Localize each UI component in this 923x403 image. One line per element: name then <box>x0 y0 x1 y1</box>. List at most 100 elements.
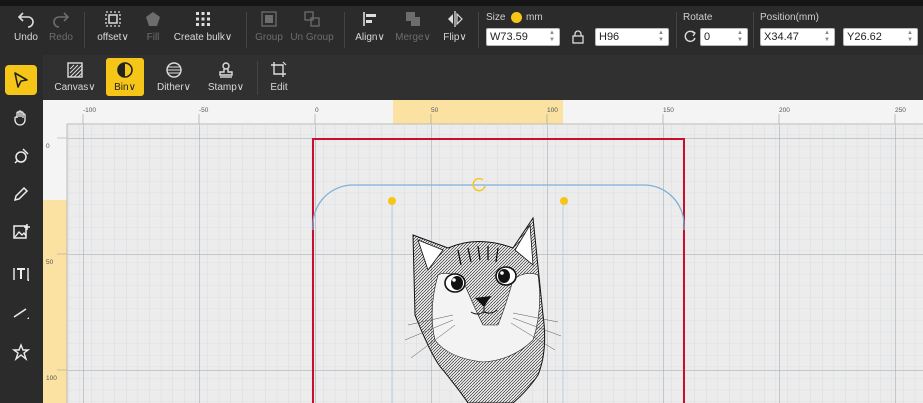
toolbar-divider <box>84 12 85 48</box>
subbar-divider <box>257 61 258 95</box>
offset-button[interactable]: offset∨ <box>92 10 134 50</box>
group-button[interactable]: Group <box>253 10 285 50</box>
dither-label: Dither∨ <box>156 82 191 93</box>
width-field[interactable]: W73.59 ▲ ▼ <box>486 28 560 46</box>
top-toolbar: Undo Redo offset∨ Fill Create bulk∨ Grou… <box>0 0 923 55</box>
dither-icon <box>166 62 182 78</box>
ruler-tick-label: 100 <box>46 375 57 382</box>
ruler-tick-label: 0 <box>315 107 319 114</box>
crop-edit-icon <box>271 61 287 77</box>
ruler-tick-label: 100 <box>547 107 558 114</box>
dither-button[interactable]: Dither∨ <box>153 58 195 96</box>
magic-tool[interactable] <box>5 337 37 367</box>
unit-toggle[interactable] <box>511 12 522 23</box>
edit-label: Edit <box>270 82 288 93</box>
height-field[interactable]: H96 ▲ ▼ <box>595 28 669 46</box>
select-arrow-icon <box>14 72 28 88</box>
undo-icon <box>17 12 34 28</box>
merge-icon <box>406 12 420 26</box>
pencil-icon <box>13 186 29 202</box>
canvas-hatch-icon <box>67 62 83 78</box>
height-value: H96 <box>599 31 620 43</box>
ungroup-label: Un Group <box>290 32 334 43</box>
bin-button[interactable]: Bin∨ <box>106 58 144 96</box>
position-x-field[interactable]: X34.47 ▲ ▼ <box>760 28 835 46</box>
ungroup-icon <box>304 11 320 27</box>
ruler-highlight-x <box>393 100 563 124</box>
group-label: Group <box>255 32 283 43</box>
line-icon <box>13 308 29 319</box>
unit-label: mm <box>526 12 543 23</box>
create-bulk-button[interactable]: Create bulk∨ <box>172 10 234 50</box>
position-label: Position(mm) <box>760 12 819 23</box>
canvas-svg: -100 -50 0 50 100 150 200 250 0 50 100 <box>43 100 923 403</box>
ruler-tick-label: 150 <box>663 107 674 114</box>
offset-label: offset∨ <box>97 32 129 43</box>
ruler-tick-label: 50 <box>46 259 54 266</box>
rotate-icon <box>683 29 697 43</box>
text-icon <box>13 268 29 281</box>
edit-button[interactable]: Edit <box>265 58 293 96</box>
position-y-field[interactable]: Y26.62 ▲ ▼ <box>843 28 918 46</box>
ruler-tick-label: 200 <box>779 107 790 114</box>
selection-handle-right[interactable] <box>560 197 568 205</box>
fill-button[interactable]: Fill <box>140 10 166 50</box>
rotate-label: Rotate <box>683 12 713 23</box>
contrast-icon <box>117 62 133 78</box>
flip-label: Flip∨ <box>443 32 467 43</box>
image-tools-bar: Canvas∨ Bin∨ Dither∨ Stamp∨ Edit <box>43 55 923 100</box>
hand-pan-icon <box>14 110 26 126</box>
undo-label: Undo <box>14 32 38 43</box>
bin-label: Bin∨ <box>114 82 136 93</box>
ruler-tick-label: 250 <box>895 107 906 114</box>
fill-label: Fill <box>146 32 160 43</box>
ruler-tick-label: -50 <box>199 107 209 114</box>
pencil-tool[interactable] <box>5 179 37 209</box>
stamp-label: Stamp∨ <box>207 82 245 93</box>
merge-label: Merge∨ <box>395 32 431 43</box>
select-tool[interactable] <box>5 65 37 95</box>
canvas-button[interactable]: Canvas∨ <box>51 58 99 96</box>
hand-tool[interactable] <box>5 103 37 133</box>
align-left-icon <box>363 12 376 26</box>
line-tool[interactable] <box>5 297 37 327</box>
position-x-stepper[interactable]: ▲ ▼ <box>822 30 832 44</box>
position-y-stepper[interactable]: ▲ ▼ <box>905 30 915 44</box>
size-label: Size <box>486 12 506 23</box>
design-canvas[interactable]: -100 -50 0 50 100 150 200 250 0 50 100 <box>43 100 923 403</box>
position-y-value: Y26.62 <box>847 31 882 43</box>
merge-button[interactable]: Merge∨ <box>394 10 432 50</box>
group-icon <box>261 11 277 27</box>
height-stepper[interactable]: ▲ ▼ <box>656 30 666 44</box>
image-tool[interactable] <box>5 217 37 247</box>
align-label: Align∨ <box>355 32 385 43</box>
lock-icon[interactable] <box>571 30 585 44</box>
canvas-label: Canvas∨ <box>54 82 96 93</box>
rotate-stepper[interactable]: ▲ ▼ <box>735 30 745 44</box>
ruler-tick-label: -100 <box>83 107 96 114</box>
stamp-button[interactable]: Stamp∨ <box>203 58 249 96</box>
width-stepper[interactable]: ▲ ▼ <box>547 30 557 44</box>
align-button[interactable]: Align∨ <box>352 10 388 50</box>
rotate-field[interactable]: 0 ▲ ▼ <box>700 28 748 46</box>
text-tool[interactable] <box>5 259 37 289</box>
window-top-edge <box>0 0 923 6</box>
pen-shape-icon <box>14 148 29 164</box>
grid-dots-icon <box>196 12 210 26</box>
flip-button[interactable]: Flip∨ <box>440 10 470 50</box>
redo-icon <box>53 12 70 28</box>
create-bulk-label: Create bulk∨ <box>173 32 233 43</box>
image-add-icon <box>13 224 30 239</box>
rotate-value: 0 <box>704 31 711 43</box>
undo-button[interactable]: Undo <box>10 10 42 50</box>
position-x-value: X34.47 <box>764 31 799 43</box>
magic-shape-icon <box>12 343 30 361</box>
ruler-highlight-y <box>43 200 67 403</box>
selection-handle-left[interactable] <box>388 197 396 205</box>
redo-button[interactable]: Redo <box>46 10 76 50</box>
stamp-icon <box>219 62 233 78</box>
pen-tool[interactable] <box>5 141 37 171</box>
ruler-tick-label: 50 <box>431 107 439 114</box>
toolbar-divider <box>344 12 345 48</box>
ungroup-button[interactable]: Un Group <box>289 10 335 50</box>
